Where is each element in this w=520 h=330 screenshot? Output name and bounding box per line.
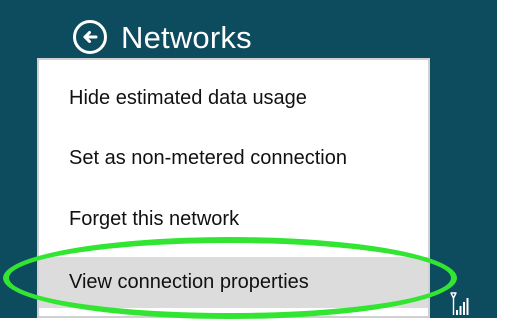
- menu-item-forget-network[interactable]: Forget this network: [39, 195, 428, 243]
- right-margin: [497, 0, 520, 330]
- back-button[interactable]: [73, 20, 107, 54]
- network-context-menu: Hide estimated data usage Set as non-met…: [37, 58, 430, 318]
- menu-item-set-non-metered-connection[interactable]: Set as non-metered connection: [39, 134, 428, 182]
- page-title: Networks: [121, 19, 252, 55]
- signal-strength: [447, 290, 471, 318]
- bottom-margin: [0, 318, 520, 330]
- menu-item-view-connection-properties[interactable]: View connection properties: [39, 257, 428, 308]
- wifi-signal-icon: [450, 292, 469, 315]
- header: Networks: [73, 16, 252, 58]
- network-settings-panel: Networks Hide estimated data usage Set a…: [0, 0, 520, 330]
- menu-item-hide-estimated-data-usage[interactable]: Hide estimated data usage: [39, 74, 428, 122]
- back-arrow-icon: [83, 31, 98, 43]
